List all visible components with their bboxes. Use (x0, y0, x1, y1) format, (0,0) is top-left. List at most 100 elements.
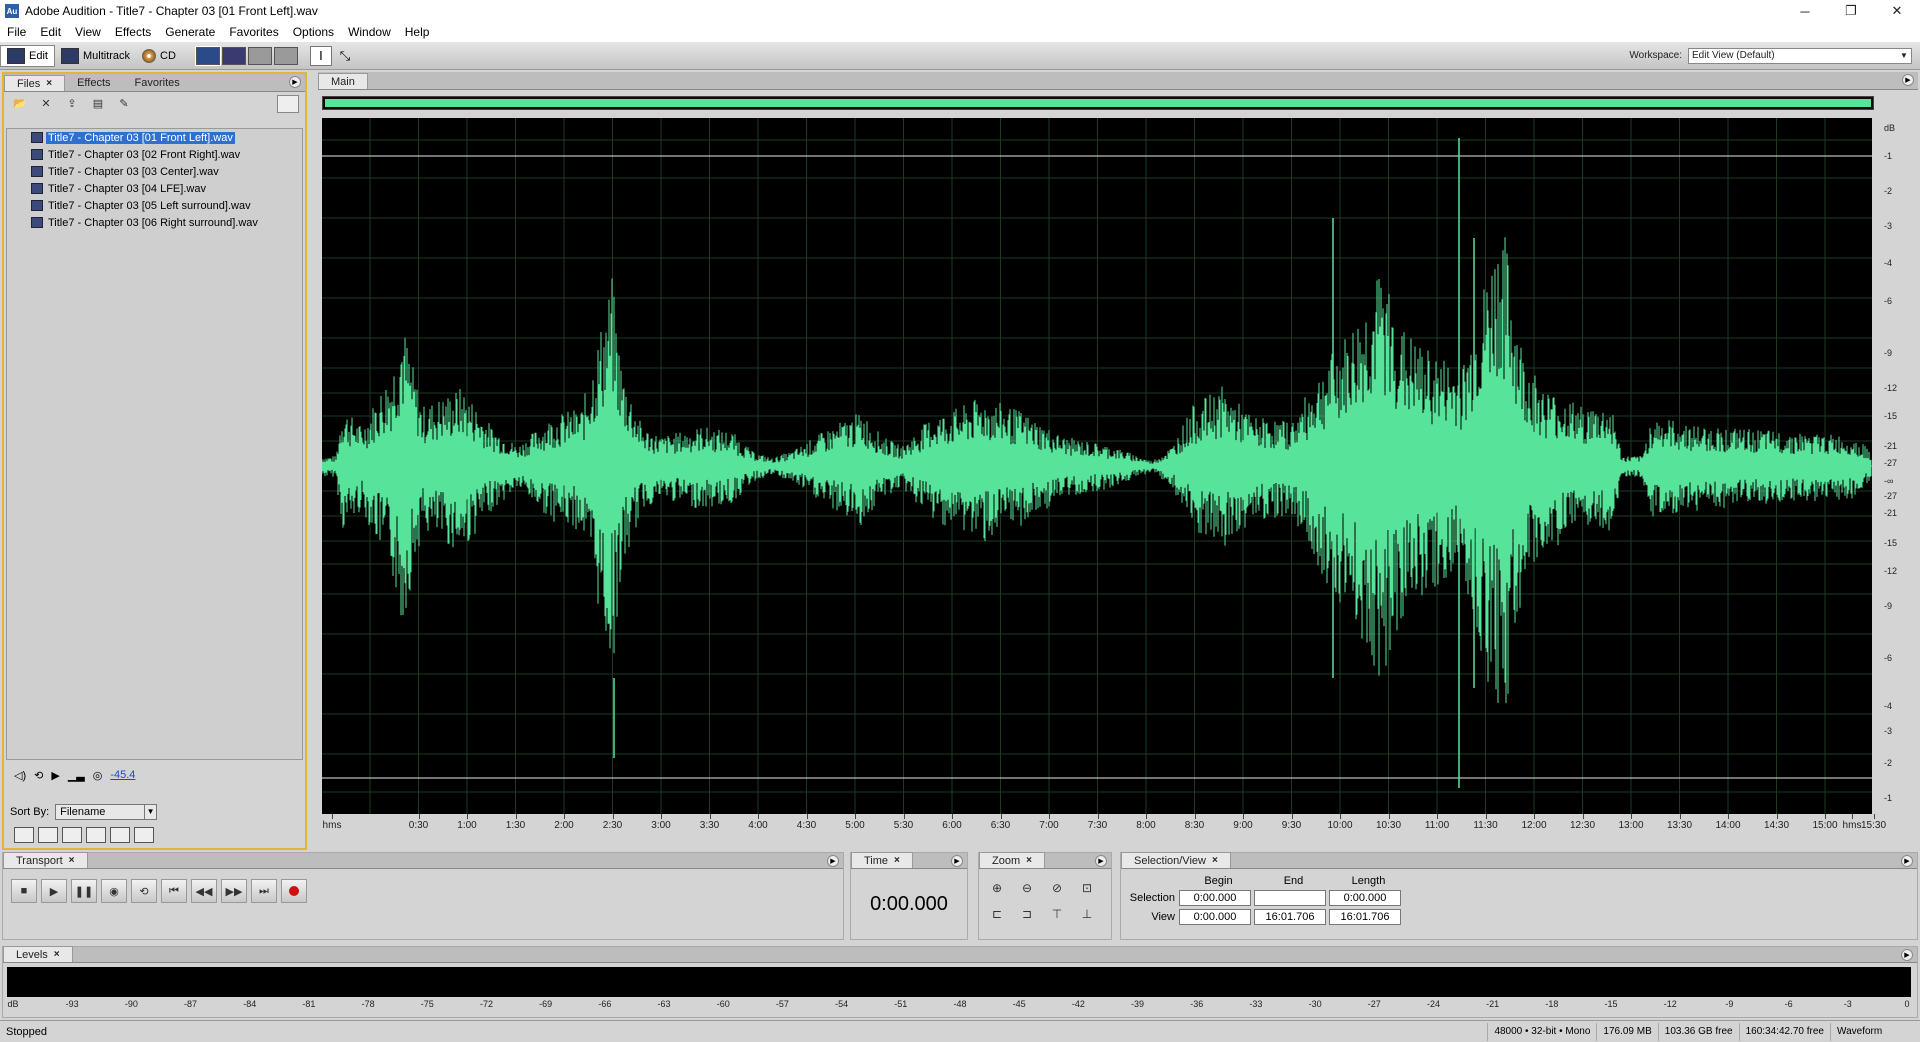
filter-video-icon[interactable] (62, 827, 82, 843)
play-button[interactable]: ▶ (41, 879, 67, 903)
volume-knob-icon[interactable]: ◎ (93, 769, 103, 782)
autoplay-icon[interactable]: ◁) (14, 769, 26, 782)
edit-view-button[interactable]: Edit (0, 44, 55, 67)
close-file-icon[interactable]: ✕ (38, 97, 54, 111)
preview-volume-value[interactable]: -45.4 (110, 769, 135, 781)
play-to-end-button[interactable]: ◉ (101, 879, 127, 903)
edit-file-icon[interactable]: ✎ (116, 97, 132, 111)
tab-zoom[interactable]: Zoom × (979, 852, 1045, 868)
tab-transport[interactable]: Transport × (3, 852, 88, 868)
list-item[interactable]: Title7 - Chapter 03 [04 LFE].wav (7, 180, 302, 197)
panel-menu-icon[interactable]: ▶ (1095, 855, 1107, 867)
tab-time[interactable]: Time × (851, 852, 913, 868)
time-ruler[interactable]: hms 0:30 1:00 1:30 2:00 2:30 3:00 3:30 4:00 4:30 5… (322, 814, 1886, 836)
waveform-display-button[interactable] (194, 45, 221, 66)
import-file-icon[interactable]: ⇪ (64, 97, 80, 111)
menu-options[interactable]: Options (286, 25, 341, 39)
panel-menu-icon[interactable]: ▶ (827, 855, 839, 867)
pause-button[interactable]: ❚❚ (71, 879, 97, 903)
stop-button[interactable]: ■ (11, 879, 37, 903)
show-options-icon[interactable] (277, 95, 299, 113)
list-item[interactable]: Title7 - Chapter 03 [06 Right surround].… (7, 214, 302, 231)
tab-levels[interactable]: Levels × (3, 946, 73, 962)
close-icon[interactable]: × (69, 855, 75, 866)
time-tick (515, 814, 517, 819)
open-file-icon[interactable]: 📂 (12, 97, 28, 111)
tab-selection-view[interactable]: Selection/View × (1121, 852, 1231, 868)
menu-help[interactable]: Help (398, 25, 437, 39)
tab-favorites[interactable]: Favorites (123, 75, 192, 91)
go-to-end-button[interactable]: ⏭ (251, 879, 277, 903)
zoom-out-vertical-icon[interactable]: ⊥ (1075, 903, 1099, 925)
view-length-field[interactable]: 16:01.706 (1329, 909, 1401, 925)
filter-loop-icon[interactable] (38, 827, 58, 843)
panel-menu-icon[interactable]: ▶ (951, 855, 963, 867)
go-to-start-button[interactable]: ⏮ (161, 879, 187, 903)
view-begin-field[interactable]: 0:00.000 (1179, 909, 1251, 925)
zoom-out-full-icon[interactable]: ⊘ (1045, 877, 1069, 899)
tab-main[interactable]: Main (318, 73, 368, 89)
filter-midi-icon[interactable] (86, 827, 106, 843)
panel-menu-icon[interactable]: ▶ (289, 76, 301, 88)
waveform-display[interactable] (322, 118, 1872, 814)
menu-generate[interactable]: Generate (158, 25, 222, 39)
zoom-in-horizontal-icon[interactable]: ⊕ (985, 877, 1009, 899)
list-item[interactable]: Title7 - Chapter 03 [03 Center].wav (7, 163, 302, 180)
zoom-to-selection-icon[interactable]: ⊡ (1075, 877, 1099, 899)
close-button[interactable]: ✕ (1874, 0, 1920, 22)
list-item[interactable]: Title7 - Chapter 03 [05 Left surround].w… (7, 197, 302, 214)
menu-view[interactable]: View (68, 25, 108, 39)
close-icon[interactable]: × (46, 78, 52, 89)
time-selection-tool-icon[interactable]: I (309, 45, 332, 66)
menu-effects[interactable]: Effects (108, 25, 158, 39)
zoom-out-horizontal-icon[interactable]: ⊖ (1015, 877, 1039, 899)
zoom-in-vertical-icon[interactable]: ⊤ (1045, 903, 1069, 925)
play-preview-icon[interactable]: ▶ (51, 769, 59, 782)
zoom-to-right-edge-icon[interactable]: ⊐ (1015, 903, 1039, 925)
record-button[interactable] (281, 879, 307, 903)
view-end-field[interactable]: 16:01.706 (1254, 909, 1326, 925)
selection-begin-field[interactable]: 0:00.000 (1179, 890, 1251, 906)
filter-marker-icon[interactable] (134, 827, 154, 843)
zoom-overview-bar[interactable] (322, 96, 1874, 110)
file-name: Title7 - Chapter 03 [02 Front Right].wav (48, 148, 241, 161)
loop-button[interactable]: ⟲ (131, 879, 157, 903)
workspace-select[interactable]: Edit View (Default) ▼ (1688, 47, 1912, 64)
close-icon[interactable]: × (54, 949, 60, 960)
close-icon[interactable]: × (894, 855, 900, 866)
tab-effects[interactable]: Effects (65, 75, 122, 91)
waveform-svg[interactable] (322, 118, 1872, 814)
zoom-to-left-edge-icon[interactable]: ⊏ (985, 903, 1009, 925)
panel-menu-icon[interactable]: ▶ (1901, 855, 1913, 867)
minimize-button[interactable]: ─ (1782, 0, 1828, 22)
panel-menu-icon[interactable]: ▶ (1901, 949, 1913, 961)
selection-end-field[interactable] (1254, 890, 1326, 906)
fast-forward-button[interactable]: ▶▶ (221, 879, 247, 903)
menu-edit[interactable]: Edit (33, 25, 68, 39)
insert-multitrack-icon[interactable]: ▤ (90, 97, 106, 111)
restore-button[interactable]: ❐ (1828, 0, 1874, 22)
menu-window[interactable]: Window (341, 25, 398, 39)
list-item[interactable]: Title7 - Chapter 03 [01 Front Left].wav (7, 129, 302, 146)
selection-length-field[interactable]: 0:00.000 (1329, 890, 1401, 906)
overview-range[interactable] (325, 99, 1871, 107)
tab-files[interactable]: Files × (4, 75, 66, 91)
filter-audio-icon[interactable] (14, 827, 34, 843)
panel-menu-icon[interactable]: ▶ (1902, 74, 1914, 86)
close-icon[interactable]: × (1212, 855, 1218, 866)
time-tick-label: 8:00 (1136, 820, 1156, 831)
rewind-button[interactable]: ◀◀ (191, 879, 217, 903)
menu-favorites[interactable]: Favorites (222, 25, 285, 39)
spectral-pan-button[interactable] (247, 46, 272, 65)
menu-file[interactable]: File (0, 25, 33, 39)
filter-cue-icon[interactable] (110, 827, 130, 843)
marquee-tool-icon[interactable]: ⤡ (334, 46, 356, 66)
cd-view-button[interactable]: CD (136, 45, 182, 67)
sort-by-select[interactable]: Filename ▼ (55, 804, 158, 820)
spectral-phase-button[interactable] (273, 46, 298, 65)
list-item[interactable]: Title7 - Chapter 03 [02 Front Right].wav (7, 146, 302, 163)
loop-icon[interactable]: ⟲ (34, 769, 43, 782)
spectral-frequency-button[interactable] (221, 46, 246, 65)
multitrack-view-button[interactable]: Multitrack (55, 45, 136, 67)
close-icon[interactable]: × (1026, 855, 1032, 866)
